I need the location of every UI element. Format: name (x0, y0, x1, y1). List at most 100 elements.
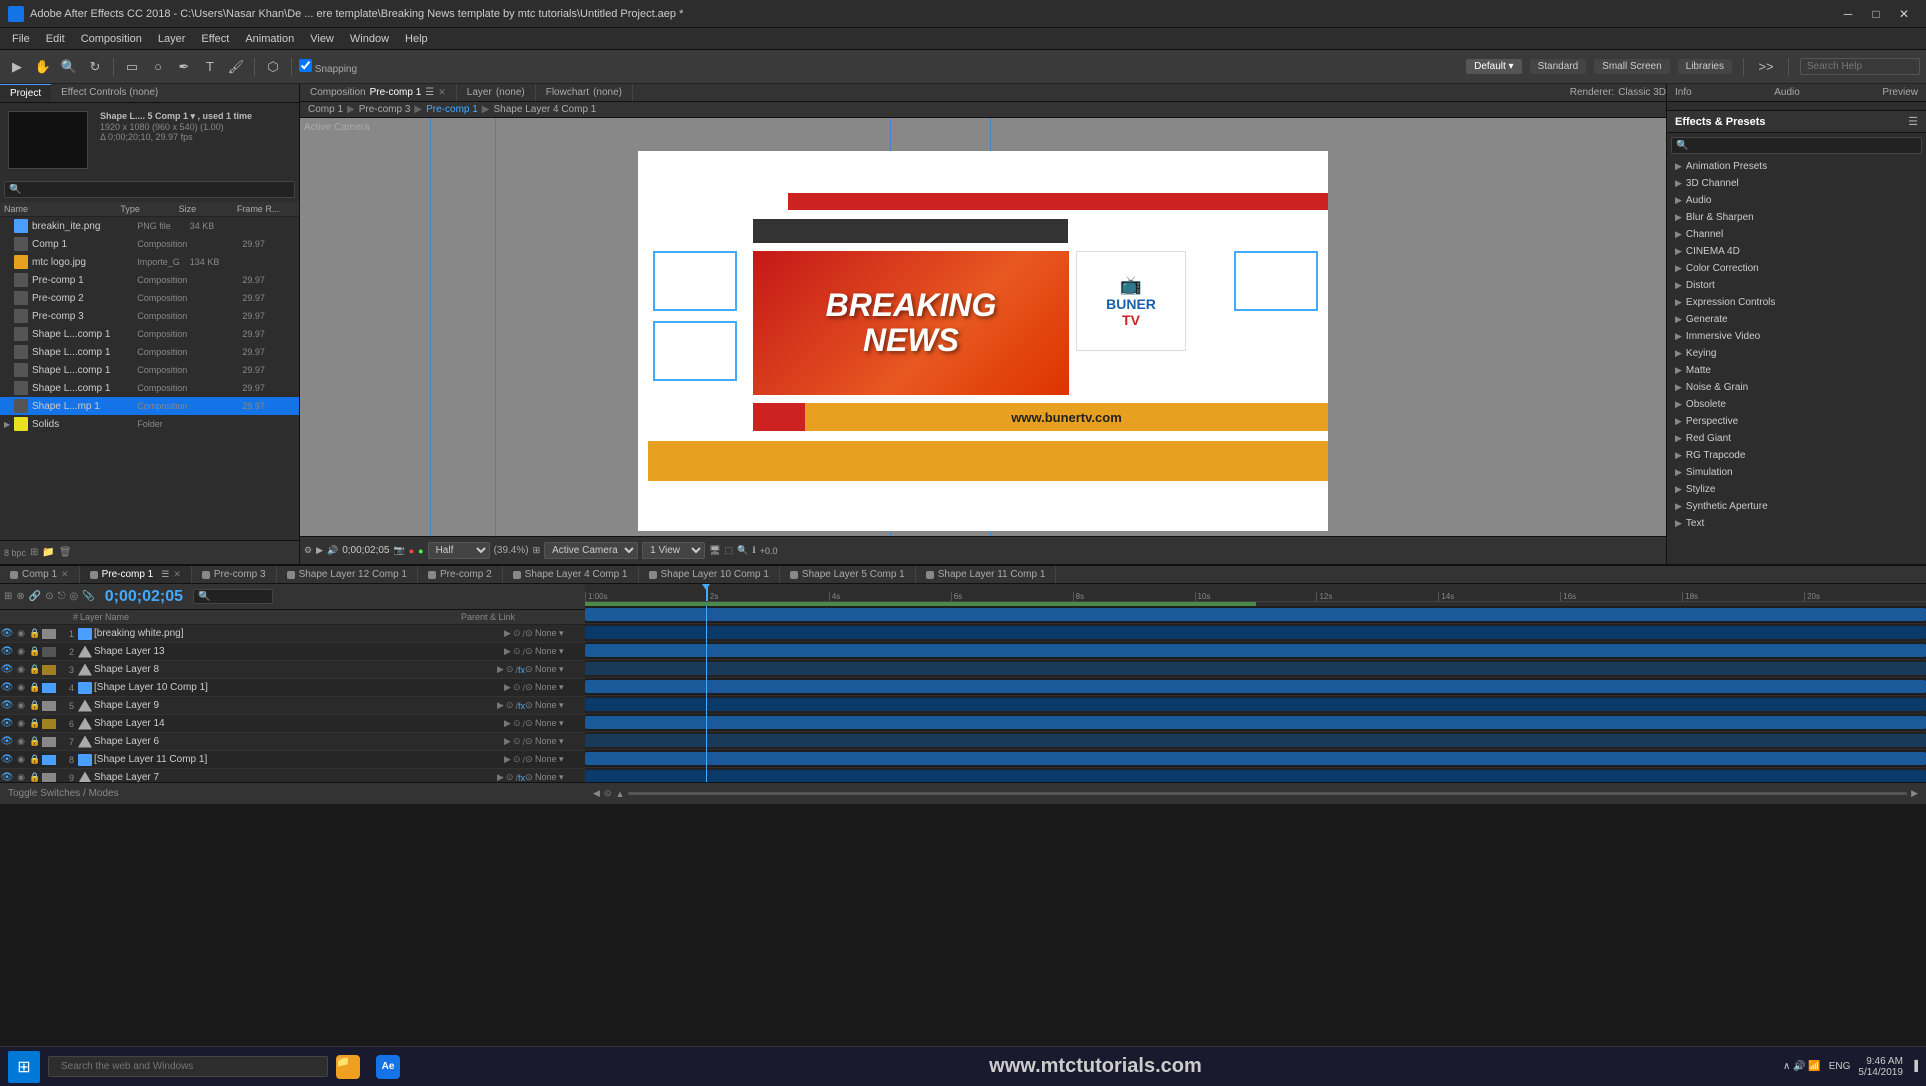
list-item[interactable]: Shape L...comp 1 Composition 29.97 (0, 343, 299, 361)
grid-btn[interactable]: ⊞ (533, 545, 541, 556)
tl-tb-btn[interactable]: ⊙ (45, 591, 53, 602)
tool-rect[interactable]: ▭ (121, 56, 143, 78)
layer-row-5[interactable]: 👁 ◉ 🔒 5 Shape Layer 9 ▶ ⊙ / fx ⊙ None ▾ (0, 697, 585, 715)
layer-solo-3[interactable]: ◉ (14, 664, 28, 675)
layer-row-8[interactable]: 👁 ◉ 🔒 8 [Shape Layer 11 Comp 1] ▶ ⊙ / ⊙ … (0, 751, 585, 769)
layer-row-4[interactable]: 👁 ◉ 🔒 4 [Shape Layer 10 Comp 1] ▶ ⊙ / ⊙ … (0, 679, 585, 697)
layer-visibility-1[interactable]: 👁 (0, 628, 14, 639)
tl-foot-btn3[interactable]: ▲ (615, 789, 624, 799)
list-item[interactable]: Shape L...comp 1 Composition 29.97 (0, 325, 299, 343)
help-search-input[interactable] (1800, 58, 1920, 75)
layer-row-2[interactable]: 👁 ◉ 🔒 2 Shape Layer 13 ▶ ⊙ / ⊙ None ▾ (0, 643, 585, 661)
category-red-giant[interactable]: ▶ Red Giant (1667, 430, 1926, 447)
list-item[interactable]: Shape L...comp 1 Composition 29.97 (0, 379, 299, 397)
layer-lock-7[interactable]: 🔒 (28, 736, 42, 747)
layer-expand-7[interactable]: ▶ (504, 736, 511, 747)
taskbar-app-ae[interactable]: Ae (368, 1047, 408, 1086)
timeline-tab-precomp1[interactable]: Pre-comp 1 ☰ ✕ (80, 566, 192, 583)
layer-solo-7[interactable]: ◉ (14, 736, 28, 747)
category-expression-controls[interactable]: ▶ Expression Controls (1667, 294, 1926, 311)
taskbar-search-input[interactable] (48, 1056, 328, 1077)
layer-lock-3[interactable]: 🔒 (28, 664, 42, 675)
list-item[interactable]: Pre-comp 2 Composition 29.97 (0, 289, 299, 307)
layer-row-7[interactable]: 👁 ◉ 🔒 7 Shape Layer 6 ▶ ⊙ / ⊙ None ▾ (0, 733, 585, 751)
layer-visibility-2[interactable]: 👁 (0, 646, 14, 657)
category-animation-presets[interactable]: ▶ Animation Presets (1667, 158, 1926, 175)
layer-solo-9[interactable]: ◉ (14, 772, 28, 782)
render-btn[interactable]: 🖥 (709, 545, 720, 556)
tl-foot-btn2[interactable]: ⊙ (604, 788, 612, 799)
category-obsolete[interactable]: ▶ Obsolete (1667, 396, 1926, 413)
layer-lock-1[interactable]: 🔒 (28, 628, 42, 639)
category-distort[interactable]: ▶ Distort (1667, 277, 1926, 294)
category-3d-channel[interactable]: ▶ 3D Channel (1667, 175, 1926, 192)
tab-layer[interactable]: Layer (none) (457, 84, 536, 101)
comp-preview-btn[interactable]: ▶ (316, 545, 323, 556)
layer-visibility-9[interactable]: 👁 (0, 772, 14, 782)
timeline-tab-shapelayer5[interactable]: Shape Layer 5 Comp 1 (780, 566, 916, 583)
category-blur-sharpen[interactable]: ▶ Blur & Sharpen (1667, 209, 1926, 226)
layer-lock-6[interactable]: 🔒 (28, 718, 42, 729)
comp-info-btn[interactable]: ℹ (752, 545, 755, 556)
menu-effect[interactable]: Effect (193, 31, 237, 47)
layer-options-5[interactable]: ⊙ (506, 700, 514, 711)
tool-text[interactable]: T (199, 56, 221, 78)
tl-tb-btn[interactable]: ◎ (70, 591, 79, 602)
region-btn[interactable]: ⬚ (725, 545, 734, 556)
layer-visibility-6[interactable]: 👁 (0, 718, 14, 729)
menu-animation[interactable]: Animation (237, 31, 302, 47)
layer-visibility-7[interactable]: 👁 (0, 736, 14, 747)
category-synthetic-aperture[interactable]: ▶ Synthetic Aperture (1667, 498, 1926, 515)
breadcrumb-item-comp1[interactable]: Comp 1 (308, 104, 343, 115)
comp-settings-btn[interactable]: ⚙ (304, 545, 312, 556)
tl-tb-btn[interactable]: ⎋ (58, 591, 66, 602)
category-text[interactable]: ▶ Text (1667, 515, 1926, 532)
category-noise-grain[interactable]: ▶ Noise & Grain (1667, 379, 1926, 396)
category-channel[interactable]: ▶ Channel (1667, 226, 1926, 243)
tab-audio[interactable]: Audio (1766, 84, 1808, 101)
layer-row-9[interactable]: 👁 ◉ 🔒 9 Shape Layer 7 ▶ ⊙ / fx ⊙ None ▾ (0, 769, 585, 782)
playhead[interactable] (706, 584, 708, 601)
workspace-default[interactable]: Default ▾ (1466, 59, 1521, 74)
snapping-checkbox[interactable] (299, 59, 312, 72)
tab-close[interactable]: ✕ (173, 569, 181, 580)
category-immersive-video[interactable]: ▶ Immersive Video (1667, 328, 1926, 345)
workspace-standard[interactable]: Standard (1530, 59, 1587, 74)
layer-options-7[interactable]: ⊙ (513, 736, 521, 747)
layer-expand-2[interactable]: ▶ (504, 646, 511, 657)
layer-solo-5[interactable]: ◉ (14, 700, 28, 711)
layer-options-3[interactable]: ⊙ (506, 664, 514, 675)
layer-expand-3[interactable]: ▶ (497, 664, 504, 675)
tool-select[interactable]: ▶ (6, 56, 28, 78)
category-stylize[interactable]: ▶ Stylize (1667, 481, 1926, 498)
layer-options-9[interactable]: ⊙ (506, 772, 514, 782)
tl-tb-btn[interactable]: ⊗ (16, 591, 24, 602)
comp-audio-btn[interactable]: 🔊 (327, 545, 338, 556)
list-item[interactable]: Pre-comp 1 Composition 29.97 (0, 271, 299, 289)
layer-options-6[interactable]: ⊙ (513, 718, 521, 729)
tl-zoom-slider[interactable] (628, 792, 1907, 795)
taskbar-app-explorer[interactable]: 📁 (328, 1047, 368, 1086)
tab-close[interactable]: ✕ (61, 569, 69, 580)
timeline-tab-shapelayer10[interactable]: Shape Layer 10 Comp 1 (639, 566, 780, 583)
workspace-libraries[interactable]: Libraries (1678, 59, 1732, 74)
list-item[interactable]: Comp 1 Composition 29.97 (0, 235, 299, 253)
tl-tb-btn[interactable]: 📎 (82, 591, 94, 602)
comp-overlay-btn[interactable]: +0.0 (760, 546, 778, 556)
maximize-button[interactable]: □ (1862, 0, 1890, 28)
close-button[interactable]: ✕ (1890, 0, 1918, 28)
layer-solo-6[interactable]: ◉ (14, 718, 28, 729)
list-item[interactable]: breakin_ite.png PNG file 34 KB (0, 217, 299, 235)
layer-options-8[interactable]: ⊙ (513, 754, 521, 765)
comp-magnify-btn[interactable]: 🔍 (737, 545, 748, 556)
tool-puppet[interactable]: ⬡ (262, 56, 284, 78)
delete-button[interactable]: 🗑 (59, 547, 72, 558)
taskbar-start-button[interactable]: ⊞ (8, 1051, 40, 1083)
layer-lock-5[interactable]: 🔒 (28, 700, 42, 711)
category-matte[interactable]: ▶ Matte (1667, 362, 1926, 379)
layer-visibility-4[interactable]: 👁 (0, 682, 14, 693)
menu-view[interactable]: View (302, 31, 342, 47)
menu-file[interactable]: File (4, 31, 38, 47)
breadcrumb-item-precomp3[interactable]: Pre-comp 3 (359, 104, 411, 115)
category-color-correction[interactable]: ▶ Color Correction (1667, 260, 1926, 277)
